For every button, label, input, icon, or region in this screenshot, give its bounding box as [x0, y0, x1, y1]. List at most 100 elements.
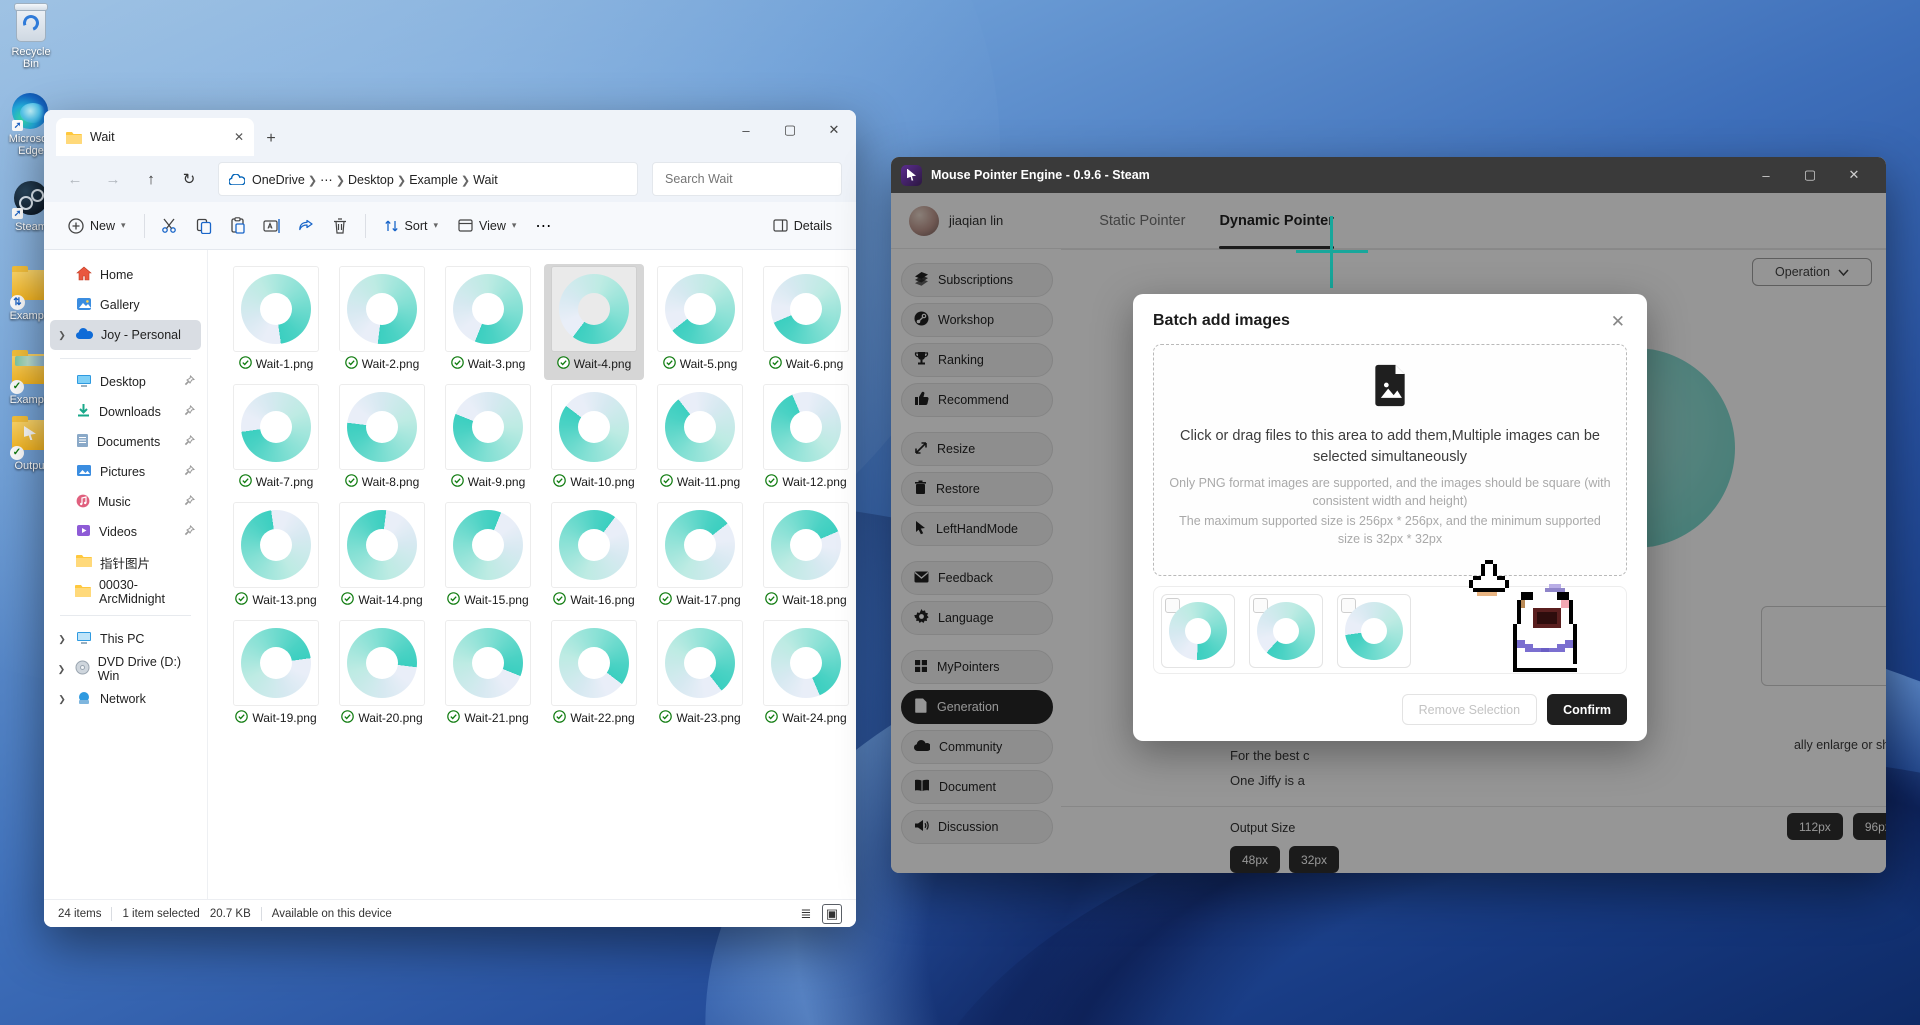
breadcrumb[interactable]: OneDrive ❯ ⋯ ❯ Desktop ❯ Example ❯ Wait — [218, 162, 638, 196]
breadcrumb-segment[interactable]: OneDrive — [252, 173, 305, 187]
minimize-button[interactable]: – — [1744, 157, 1788, 193]
added-image-thumbnail[interactable] — [1337, 594, 1411, 668]
chevron-icon[interactable]: ❯ — [56, 330, 68, 341]
file-tile-wait-18-png[interactable]: Wait-18.png — [756, 500, 856, 616]
file-tile-wait-10-png[interactable]: Wait-10.png — [544, 382, 644, 498]
close-button[interactable]: ✕ — [1832, 157, 1876, 193]
search-box[interactable] — [652, 162, 842, 196]
sidebar-item-dvd-drive-d-win[interactable]: ❯ DVD Drive (D:) Win — [50, 654, 201, 684]
more-options-icon[interactable]: ⋯ — [526, 209, 560, 243]
file-tile-wait-12-png[interactable]: Wait-12.png — [756, 382, 856, 498]
added-image-thumbnail[interactable] — [1161, 594, 1235, 668]
up-icon[interactable]: ↑ — [134, 163, 168, 195]
file-drop-zone[interactable]: Click or drag files to this area to add … — [1153, 344, 1627, 576]
remove-selection-button[interactable]: Remove Selection — [1402, 694, 1537, 725]
file-thumbnail — [763, 266, 849, 352]
details-view-icon[interactable]: ≣ — [796, 904, 816, 924]
sidebar-item-00030-arcmidnight[interactable]: 00030-ArcMidnight — [50, 577, 201, 607]
maximize-button[interactable]: ▢ — [768, 110, 812, 150]
sidebar-item-videos[interactable]: Videos — [50, 517, 201, 547]
sidebar-item-music[interactable]: Music — [50, 487, 201, 517]
file-tile-wait-4-png[interactable]: Wait-4.png — [544, 264, 644, 380]
copy-icon[interactable] — [187, 209, 221, 243]
sidebar-item-network[interactable]: ❯Network — [50, 684, 201, 714]
sync-check-icon — [553, 474, 566, 490]
file-tile-wait-13-png[interactable]: Wait-13.png — [226, 500, 326, 616]
explorer-tab[interactable]: Wait ✕ — [56, 118, 254, 156]
file-tile-wait-8-png[interactable]: Wait-8.png — [332, 382, 432, 498]
sidebar-item-label: DVD Drive (D:) Win — [98, 655, 195, 683]
delete-icon[interactable] — [323, 209, 357, 243]
sidebar-item-downloads[interactable]: Downloads — [50, 397, 201, 427]
spinner-image — [1345, 602, 1403, 660]
file-tile-wait-20-png[interactable]: Wait-20.png — [332, 618, 432, 734]
details-button[interactable]: Details — [763, 209, 842, 243]
new-button[interactable]: New▾ — [58, 209, 136, 243]
new-tab-button[interactable]: + — [254, 122, 288, 156]
file-tile-wait-6-png[interactable]: Wait-6.png — [756, 264, 856, 380]
cut-icon[interactable] — [153, 209, 187, 243]
search-input[interactable] — [663, 171, 831, 187]
forward-icon[interactable]: → — [96, 163, 130, 195]
file-thumbnail — [339, 620, 425, 706]
videos-icon — [76, 524, 91, 540]
desktop-icon-recycle-bin[interactable]: Recycle Bin — [2, 6, 60, 70]
thispc-icon — [76, 631, 92, 648]
chevron-icon[interactable]: ❯ — [56, 634, 68, 645]
refresh-icon[interactable]: ↻ — [172, 163, 206, 195]
close-button[interactable]: ✕ — [812, 110, 856, 150]
file-tile-wait-15-png[interactable]: Wait-15.png — [438, 500, 538, 616]
share-icon[interactable] — [289, 209, 323, 243]
sidebar-item-label: 00030-ArcMidnight — [99, 578, 195, 606]
sort-button[interactable]: Sort▾ — [374, 209, 448, 243]
file-name: Wait-18.png — [782, 593, 846, 607]
file-tile-wait-11-png[interactable]: Wait-11.png — [650, 382, 750, 498]
file-name: Wait-1.png — [256, 357, 314, 371]
minimize-button[interactable]: – — [724, 110, 768, 150]
file-tile-wait-1-png[interactable]: Wait-1.png — [226, 264, 326, 380]
file-thumbnail — [551, 502, 637, 588]
sidebar-item-joy-personal[interactable]: ❯Joy - Personal — [50, 320, 201, 350]
file-tile-wait-3-png[interactable]: Wait-3.png — [438, 264, 538, 380]
sidebar-item-home[interactable]: Home — [50, 260, 201, 290]
file-tile-wait-2-png[interactable]: Wait-2.png — [332, 264, 432, 380]
view-button[interactable]: View▾ — [448, 209, 526, 243]
file-name: Wait-4.png — [574, 357, 632, 371]
file-tile-wait-17-png[interactable]: Wait-17.png — [650, 500, 750, 616]
breadcrumb-segment[interactable]: Wait — [473, 173, 498, 187]
confirm-button[interactable]: Confirm — [1547, 694, 1627, 725]
dialog-close-icon[interactable]: ✕ — [1607, 308, 1629, 336]
sidebar-item--[interactable]: 指针图片 — [50, 547, 201, 577]
large-icons-view-icon[interactable]: ▣ — [822, 904, 842, 924]
file-tile-wait-5-png[interactable]: Wait-5.png — [650, 264, 750, 380]
sync-check-icon — [553, 592, 566, 608]
breadcrumb-segment[interactable]: ⋯ — [320, 173, 333, 187]
sidebar-item-this-pc[interactable]: ❯This PC — [50, 624, 201, 654]
file-tile-wait-9-png[interactable]: Wait-9.png — [438, 382, 538, 498]
file-tile-wait-23-png[interactable]: Wait-23.png — [650, 618, 750, 734]
file-tile-wait-21-png[interactable]: Wait-21.png — [438, 618, 538, 734]
sidebar-item-gallery[interactable]: Gallery — [50, 290, 201, 320]
sidebar-item-label: Videos — [99, 525, 137, 539]
paste-icon[interactable] — [221, 209, 255, 243]
sidebar-item-desktop[interactable]: Desktop — [50, 367, 201, 397]
file-tile-wait-7-png[interactable]: Wait-7.png — [226, 382, 326, 498]
file-tile-wait-22-png[interactable]: Wait-22.png — [544, 618, 644, 734]
sidebar-item-pictures[interactable]: Pictures — [50, 457, 201, 487]
back-icon[interactable]: ← — [58, 163, 92, 195]
chevron-icon[interactable]: ❯ — [56, 694, 68, 705]
breadcrumb-segment[interactable]: Example — [409, 173, 458, 187]
file-tile-wait-24-png[interactable]: Wait-24.png — [756, 618, 856, 734]
chevron-icon[interactable]: ❯ — [56, 664, 67, 675]
file-tile-wait-16-png[interactable]: Wait-16.png — [544, 500, 644, 616]
sidebar-item-documents[interactable]: Documents — [50, 427, 201, 457]
rename-icon[interactable] — [255, 209, 289, 243]
file-tile-wait-19-png[interactable]: Wait-19.png — [226, 618, 326, 734]
maximize-button[interactable]: ▢ — [1788, 157, 1832, 193]
added-image-thumbnail[interactable] — [1249, 594, 1323, 668]
app-icon — [901, 165, 922, 186]
tab-close-icon[interactable]: ✕ — [234, 130, 244, 144]
sync-check-icon — [239, 356, 252, 372]
file-tile-wait-14-png[interactable]: Wait-14.png — [332, 500, 432, 616]
breadcrumb-segment[interactable]: Desktop — [348, 173, 394, 187]
